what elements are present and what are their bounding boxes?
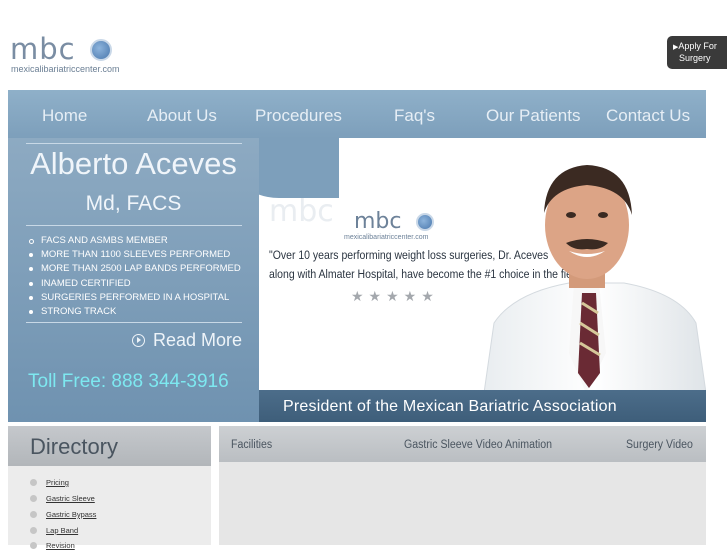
directory-item-gastric-bypass[interactable]: Gastric Bypass (30, 510, 96, 519)
apply-line1: Apply For (678, 41, 717, 51)
logo-circle-icon (90, 39, 112, 61)
bullet-icon (29, 281, 33, 286)
hero-banner: mbc mbc mexicalibariatriccenter.com "Ove… (259, 138, 706, 422)
bullet-icon (29, 310, 33, 315)
tab-surgery-video[interactable]: Surgery Video (626, 439, 693, 451)
decorative-curve (259, 138, 339, 198)
credential-item: FACS AND ASMBS MEMBER (28, 234, 241, 248)
nav-our-patients[interactable]: Our Patients (486, 106, 581, 126)
nav-faqs[interactable]: Faq's (394, 106, 435, 126)
bullet-icon (30, 511, 37, 518)
credential-item: MORE THAN 2500 LAP BANDS PERFORMED (28, 262, 241, 276)
logo-wordmark: mbc (10, 32, 76, 66)
bullet-icon (30, 527, 37, 534)
hero-logo-url: mexicalibariatriccenter.com (344, 234, 429, 241)
bullet-icon (30, 495, 37, 502)
read-more-link[interactable]: Read More (131, 330, 242, 351)
divider (26, 322, 242, 323)
directory-header: Directory (8, 426, 211, 466)
directory-item-lap-band[interactable]: Lap Band (30, 526, 78, 535)
main-navigation: Home About Us Procedures Faq's Our Patie… (8, 90, 706, 138)
nav-contact-us[interactable]: Contact Us (606, 106, 690, 126)
directory-item-revision[interactable]: Revision (30, 541, 75, 550)
association-banner: President of the Mexican Bariatric Assoc… (259, 390, 706, 422)
apply-line2: Surgery (679, 53, 711, 63)
doctor-name: Alberto Aceves (30, 146, 237, 181)
nav-about-us[interactable]: About Us (147, 106, 217, 126)
bullet-icon (29, 239, 34, 244)
logo-url: mexicalibariatriccenter.com (11, 64, 120, 74)
divider (26, 225, 242, 226)
credential-item: SURGERIES PERFORMED IN A HOSPITAL (28, 291, 241, 305)
credentials-list: FACS AND ASMBS MEMBER MORE THAN 1100 SLE… (28, 234, 241, 319)
video-content-area (219, 462, 706, 545)
credential-item: MORE THAN 1100 SLEEVES PERFORMED (28, 248, 241, 262)
bullet-icon (30, 479, 37, 486)
hero-logo-wordmark: mbc (354, 209, 402, 234)
bullet-icon (29, 295, 33, 300)
bullet-icon (29, 253, 33, 258)
directory-list: Pricing Gastric Sleeve Gastric Bypass La… (8, 466, 211, 550)
hero-logo: mbc mexicalibariatriccenter.com (344, 209, 434, 241)
apply-for-surgery-button[interactable]: ▶Apply For Surgery (667, 36, 727, 69)
credential-item: INAMED CERTIFIED (28, 277, 241, 291)
logo-circle-icon (416, 213, 434, 231)
play-circle-icon (131, 334, 145, 347)
doctor-title: Md, FACS (85, 192, 182, 215)
toll-free-phone[interactable]: Toll Free: 888 344-3916 (28, 371, 229, 393)
divider (26, 143, 242, 144)
doctor-info-panel: Alberto Aceves Md, FACS FACS AND ASMBS M… (8, 138, 259, 422)
directory-item-gastric-sleeve[interactable]: Gastric Sleeve (30, 494, 95, 503)
credential-item: STRONG TRACK (28, 305, 241, 319)
doctor-portrait (483, 165, 706, 393)
bullet-icon (29, 267, 33, 272)
tab-facilities[interactable]: Facilities (231, 439, 272, 451)
association-banner-text: President of the Mexican Bariatric Assoc… (283, 398, 617, 415)
ghost-logo-watermark: mbc (269, 194, 334, 229)
directory-title: Directory (30, 434, 119, 459)
video-tabs: Facilities Gastric Sleeve Video Animatio… (219, 426, 706, 462)
rating-stars-icon: ★★★★★ (351, 288, 439, 304)
read-more-label: Read More (152, 330, 242, 350)
nav-procedures[interactable]: Procedures (255, 106, 342, 126)
nav-home[interactable]: Home (42, 106, 87, 126)
bullet-icon (30, 542, 37, 549)
directory-item-pricing[interactable]: Pricing (30, 478, 69, 487)
tab-gastric-sleeve-video[interactable]: Gastric Sleeve Video Animation (404, 439, 552, 451)
